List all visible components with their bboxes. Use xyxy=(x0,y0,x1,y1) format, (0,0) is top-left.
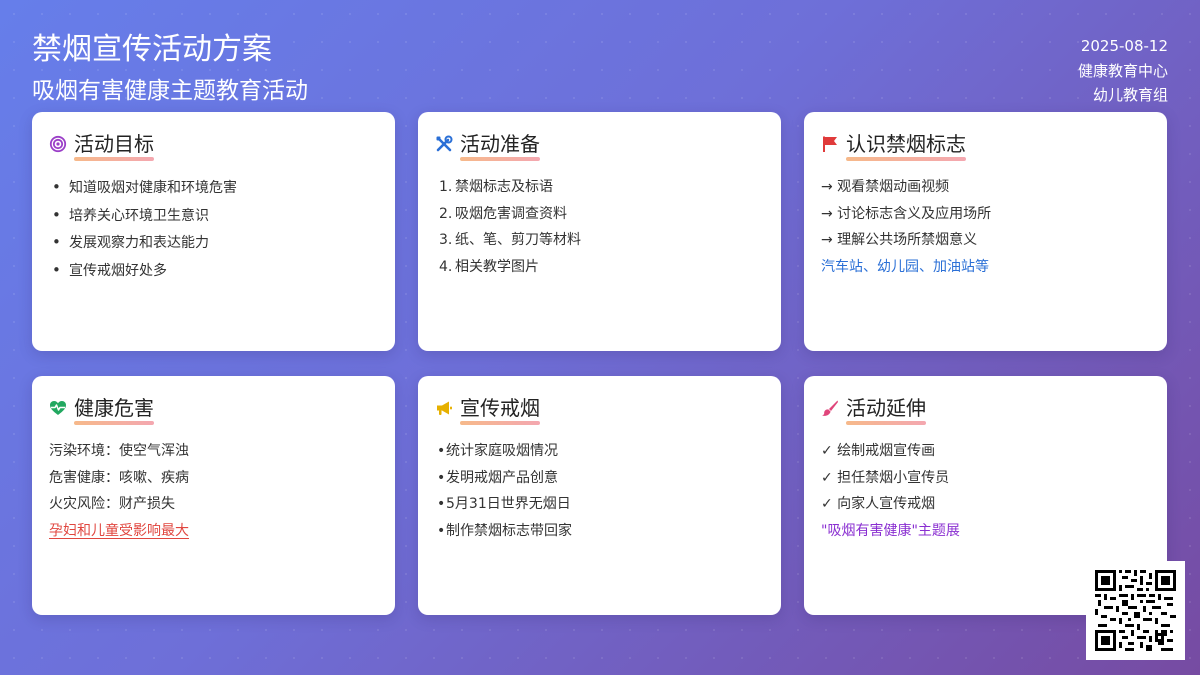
item-number: 4. xyxy=(439,259,453,276)
list-item: → 理解公共场所禁烟意义 xyxy=(821,232,978,249)
highlight-text: "吸烟有害健康"主题展 xyxy=(821,523,960,540)
card-health-hazards: 健康危害 污染环境：使空气浑浊 危害健康：咳嗽、疾病 火灾风险：财产损失 孕妇和… xyxy=(32,376,395,615)
preparation-list: 1. 禁烟标志及标语 2. 吸烟危害调查资料 3. 纸、笔、剪刀等材料 4. 相关教学图… xyxy=(435,174,765,281)
flag-icon xyxy=(821,135,839,153)
list-item: 培养关心环境卫生意识 xyxy=(49,202,379,230)
highlight-text: 孕妇和儿童受影响最大 xyxy=(49,523,189,540)
list-item: ✓ 担任禁烟小宣传员 xyxy=(821,469,950,486)
promotion-list: 统计家庭吸烟情况 发明戒烟产品创意 5月31日世界无烟日 制作禁烟标志带回家 xyxy=(435,438,765,545)
list-item: 4. 相关教学图片 xyxy=(435,254,765,281)
list-item: 5月31日世界无烟日 xyxy=(435,491,765,518)
header-date: 2025-08-12 xyxy=(1080,37,1168,55)
header-group: 幼儿教育组 xyxy=(1092,86,1168,104)
item-text: 纸、笔、剪刀等材料 xyxy=(455,232,581,249)
hazards-list: 污染环境：使空气浑浊 危害健康：咳嗽、疾病 火灾风险：财产损失 孕妇和儿童受影响… xyxy=(49,438,379,545)
list-item: 发明戒烟产品创意 xyxy=(435,465,765,492)
card-title: 宣传戒烟 xyxy=(460,396,540,425)
card-title: 活动准备 xyxy=(460,132,540,161)
card-activity-goals: 活动目标 知道吸烟对健康和环境危害 培养关心环境卫生意识 发展观察力和表达能力 … xyxy=(32,112,395,351)
list-item: 统计家庭吸烟情况 xyxy=(435,438,765,465)
paintbrush-icon xyxy=(821,399,839,417)
heartbeat-icon xyxy=(49,399,67,417)
card-no-smoking-signs: 认识禁烟标志 → 观看禁烟动画视频 → 讨论标志含义及应用场所 → 理解公共场所… xyxy=(804,112,1167,351)
goals-list: 知道吸烟对健康和环境危害 培养关心环境卫生意识 发展观察力和表达能力 宣传戒烟好… xyxy=(49,174,379,285)
tools-icon xyxy=(435,135,453,153)
list-item: 知道吸烟对健康和环境危害 xyxy=(49,174,379,202)
megaphone-icon xyxy=(435,399,453,417)
list-item: 污染环境：使空气浑浊 xyxy=(49,443,189,459)
list-item: 危害健康：咳嗽、疾病 xyxy=(49,469,189,486)
card-title: 健康危害 xyxy=(74,396,154,425)
page-subtitle: 吸烟有害健康主题教育活动 xyxy=(32,78,308,104)
qr-code-graphic xyxy=(1095,570,1176,651)
item-number: 1. xyxy=(439,179,453,195)
page-header: 禁烟宣传活动方案 吸烟有害健康主题教育活动 xyxy=(32,30,308,106)
list-item: 火灾风险：财产损失 xyxy=(49,496,175,513)
item-number: 2. xyxy=(439,205,453,222)
card-title: 认识禁烟标志 xyxy=(846,132,966,161)
list-item: ✓ 向家人宣传戒烟 xyxy=(821,496,936,513)
card-preparation: 活动准备 1. 禁烟标志及标语 2. 吸烟危害调查资料 3. 纸、笔、剪刀等材料 4.… xyxy=(418,112,781,351)
list-item: 宣传戒烟好处多 xyxy=(49,257,379,285)
list-item: 2. 吸烟危害调查资料 xyxy=(435,201,765,228)
list-item: 1. 禁烟标志及标语 xyxy=(435,174,765,201)
card-title: 活动延伸 xyxy=(846,396,926,425)
header-meta: 2025-08-12 健康教育中心 幼儿教育组 xyxy=(1078,34,1168,108)
list-item: → 讨论标志含义及应用场所 xyxy=(821,205,992,222)
item-text: 相关教学图片 xyxy=(455,259,539,276)
page-title: 禁烟宣传活动方案 xyxy=(32,32,272,67)
qr-code xyxy=(1086,561,1185,660)
header-organization: 健康教育中心 xyxy=(1077,61,1168,80)
card-quit-smoking-promotion: 宣传戒烟 统计家庭吸烟情况 发明戒烟产品创意 5月31日世界无烟日 制作禁烟标志… xyxy=(418,376,781,615)
item-text: 禁烟标志及标语 xyxy=(455,179,553,195)
list-item: ✓ 绘制戒烟宣传画 xyxy=(821,443,936,459)
item-number: 3. xyxy=(439,232,453,249)
card-title: 活动目标 xyxy=(74,132,154,161)
highlight-text: 汽车站、幼儿园、加油站等 xyxy=(821,259,989,276)
list-item: 制作禁烟标志带回家 xyxy=(435,518,765,545)
extension-list: ✓ 绘制戒烟宣传画 ✓ 担任禁烟小宣传员 ✓ 向家人宣传戒烟 "吸烟有害健康"主… xyxy=(821,438,1151,545)
target-icon xyxy=(49,135,67,153)
item-text: 吸烟危害调查资料 xyxy=(455,205,567,222)
list-item: 发展观察力和表达能力 xyxy=(49,229,379,257)
list-item: 3. 纸、笔、剪刀等材料 xyxy=(435,227,765,254)
signs-list: → 观看禁烟动画视频 → 讨论标志含义及应用场所 → 理解公共场所禁烟意义 汽车… xyxy=(821,174,1151,281)
list-item: → 观看禁烟动画视频 xyxy=(821,179,950,195)
